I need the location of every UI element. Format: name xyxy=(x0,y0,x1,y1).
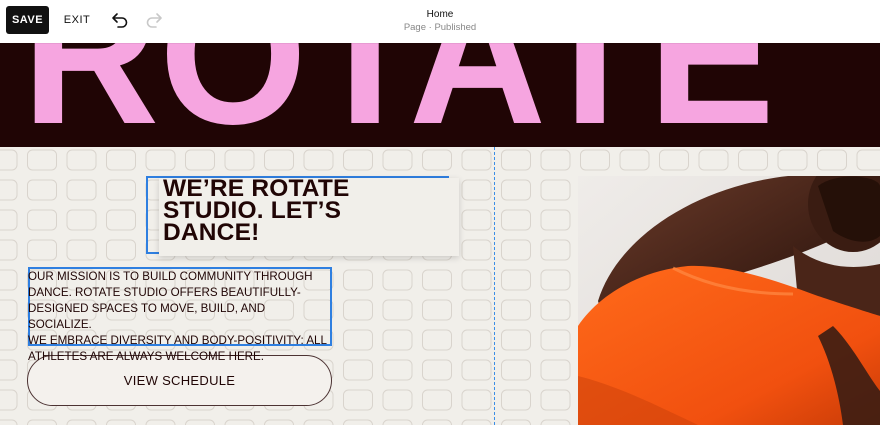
mission-text[interactable]: OUR MISSION IS TO BUILD COMMUNITY THROUG… xyxy=(28,269,331,365)
editor-toolbar: SAVE EXIT Home Page · Published xyxy=(0,0,880,43)
center-guide-line xyxy=(494,147,495,425)
page-title: Home xyxy=(426,9,454,20)
banner-title: ROTATE xyxy=(22,43,775,147)
banner-section[interactable]: ROTATE xyxy=(0,43,880,147)
dancer-image[interactable] xyxy=(578,176,880,425)
page-status: Page · Published xyxy=(403,22,477,33)
main-heading[interactable]: WE’RE ROTATE STUDIO. LET’S DANCE! xyxy=(159,176,459,256)
page-canvas: ROTATE xyxy=(0,43,880,425)
